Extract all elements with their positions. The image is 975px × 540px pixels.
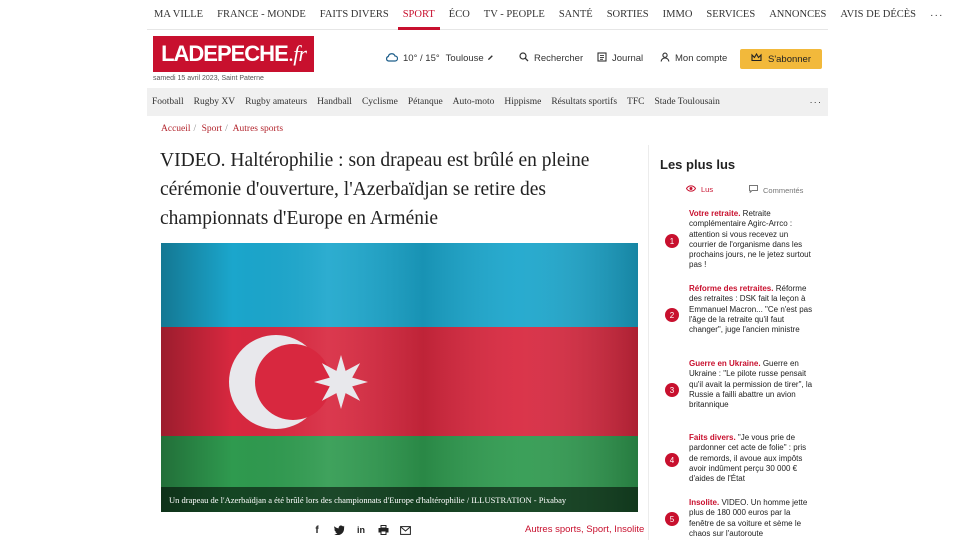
sport-nav-stade-toulousain[interactable]: Stade Toulousain [649, 97, 724, 107]
rank-badge: 1 [665, 234, 679, 248]
sport-nav-rugby-amateurs[interactable]: Rugby amateurs [240, 97, 312, 107]
sport-nav-tfc[interactable]: TFC [622, 97, 649, 107]
weather-city: Toulouse [445, 53, 484, 64]
facebook-icon[interactable]: f [311, 524, 323, 536]
tab-commentes[interactable]: Commentés [749, 185, 803, 195]
journal-button[interactable]: Journal [597, 52, 643, 65]
sport-nav-petanque[interactable]: Pétanque [403, 97, 448, 107]
most-read-category: Insolite. [689, 498, 720, 507]
breadcrumb-accueil[interactable]: Accueil [161, 124, 191, 134]
nav-immo[interactable]: IMMO [656, 0, 700, 30]
most-read-text: Votre retraite. Retraite complémentaire … [689, 209, 813, 271]
nav-annonces[interactable]: ANNONCES [762, 0, 833, 30]
article-tags[interactable]: Autres sports, Sport, Insolite [525, 524, 644, 535]
azerbaijan-flag-image [161, 243, 638, 512]
sport-nav-resultats[interactable]: Résultats sportifs [546, 97, 622, 107]
rank-badge: 3 [665, 383, 679, 397]
print-icon[interactable] [377, 524, 389, 536]
account-button[interactable]: Mon compte [660, 52, 727, 65]
subscribe-button[interactable]: S'abonner [740, 49, 822, 69]
site-header: LADEPECHE .fr samedi 15 avril 2023, Saint… [147, 30, 828, 88]
sport-nav-cyclisme[interactable]: Cyclisme [357, 97, 403, 107]
most-read-text: Réforme des retraites. Réforme des retra… [689, 284, 813, 335]
most-read-category: Votre retraite. [689, 209, 741, 218]
share-bar: f in [311, 524, 421, 536]
sport-nav-auto-moto[interactable]: Auto-moto [448, 97, 500, 107]
breadcrumb-autres-sports[interactable]: Autres sports [233, 124, 283, 134]
sport-navigation: Football Rugby XV Rugby amateurs Handbal… [147, 88, 828, 116]
nav-ma-ville[interactable]: MA VILLE [147, 0, 210, 30]
nav-sport[interactable]: SPORT [396, 0, 442, 30]
breadcrumb-sport[interactable]: Sport [202, 124, 223, 134]
article-image[interactable]: Un drapeau de l'Azerbaïdjan a été brûlé … [161, 243, 638, 512]
image-caption: Un drapeau de l'Azerbaïdjan a été brûlé … [161, 487, 638, 512]
site-logo[interactable]: LADEPECHE .fr [153, 36, 314, 72]
nav-sorties[interactable]: SORTIES [600, 0, 656, 30]
nav-services[interactable]: SERVICES [699, 0, 762, 30]
nav-france-monde[interactable]: FRANCE - MONDE [210, 0, 313, 30]
most-read-text: Guerre en Ukraine. Guerre en Ukraine : "… [689, 359, 813, 410]
subscribe-label: S'abonner [767, 53, 811, 65]
tab-lus-label: Lus [701, 185, 714, 194]
newspaper-icon [597, 52, 612, 65]
tab-commentes-label: Commentés [763, 185, 804, 195]
sport-nav-rugby-xv[interactable]: Rugby XV [189, 97, 240, 107]
weather-widget[interactable]: 10° / 15° Toulouse [385, 52, 499, 65]
most-read-headline: Retraite complémentaire Agirc-Arrco : at… [689, 209, 811, 270]
most-read-sidebar: Les plus lus Lus Commentés 1 Votre retra… [648, 145, 828, 540]
rank-badge: 2 [665, 308, 679, 322]
most-read-text: Faits divers. "Je vous prie de pardonner… [689, 433, 813, 484]
user-icon [660, 52, 675, 65]
account-label: Mon compte [675, 53, 728, 64]
sport-nav-hippisme[interactable]: Hippisme [499, 97, 546, 107]
top-navigation: MA VILLE FRANCE - MONDE FAITS DIVERS SPO… [147, 0, 943, 30]
most-read-category: Réforme des retraites. [689, 284, 774, 293]
sidebar-title: Les plus lus [660, 157, 736, 172]
logo-suffix-text: .fr [288, 41, 307, 66]
pencil-icon[interactable] [487, 53, 499, 64]
nav-faits-divers[interactable]: FAITS DIVERS [313, 0, 396, 30]
nav-avis-de-deces[interactable]: AVIS DE DÉCÈS [833, 0, 923, 30]
breadcrumb: Accueil / Sport / Autres sports [161, 124, 284, 134]
email-icon[interactable] [399, 524, 411, 536]
nav-more-button[interactable]: ··· [923, 0, 951, 30]
current-date: samedi 15 avril 2023, Saint Paterne [153, 75, 264, 82]
most-read-text: Insolite. VIDEO. Un homme jette plus de … [689, 498, 813, 539]
eye-icon [685, 185, 701, 194]
rank-badge: 5 [665, 512, 679, 526]
search-label: Rechercher [534, 53, 584, 64]
tab-lus[interactable]: Lus [685, 185, 714, 194]
sidebar-tabs: Lus Commentés [649, 185, 829, 201]
search-button[interactable]: Rechercher [519, 52, 583, 65]
search-icon [519, 52, 534, 65]
sport-nav-more-button[interactable]: ··· [805, 97, 829, 108]
nav-sante[interactable]: SANTÉ [552, 0, 600, 30]
nav-eco[interactable]: ÉCO [442, 0, 477, 30]
sport-nav-handball[interactable]: Handball [312, 97, 357, 107]
comment-icon [749, 185, 763, 195]
sport-nav-football[interactable]: Football [147, 97, 189, 107]
rank-badge: 4 [665, 453, 679, 467]
twitter-icon[interactable] [333, 524, 345, 536]
cloud-icon [385, 52, 403, 65]
journal-label: Journal [612, 53, 644, 64]
logo-main-text: LADEPECHE [161, 41, 289, 66]
article-title: VIDEO. Haltérophilie : son drapeau est b… [160, 150, 590, 229]
weather-temperature: 10° / 15° [403, 53, 440, 64]
linkedin-icon[interactable]: in [355, 524, 367, 536]
most-read-category: Faits divers. [689, 433, 736, 442]
crown-icon [751, 52, 768, 65]
most-read-category: Guerre en Ukraine. [689, 359, 761, 368]
nav-tv-people[interactable]: TV - PEOPLE [477, 0, 552, 30]
